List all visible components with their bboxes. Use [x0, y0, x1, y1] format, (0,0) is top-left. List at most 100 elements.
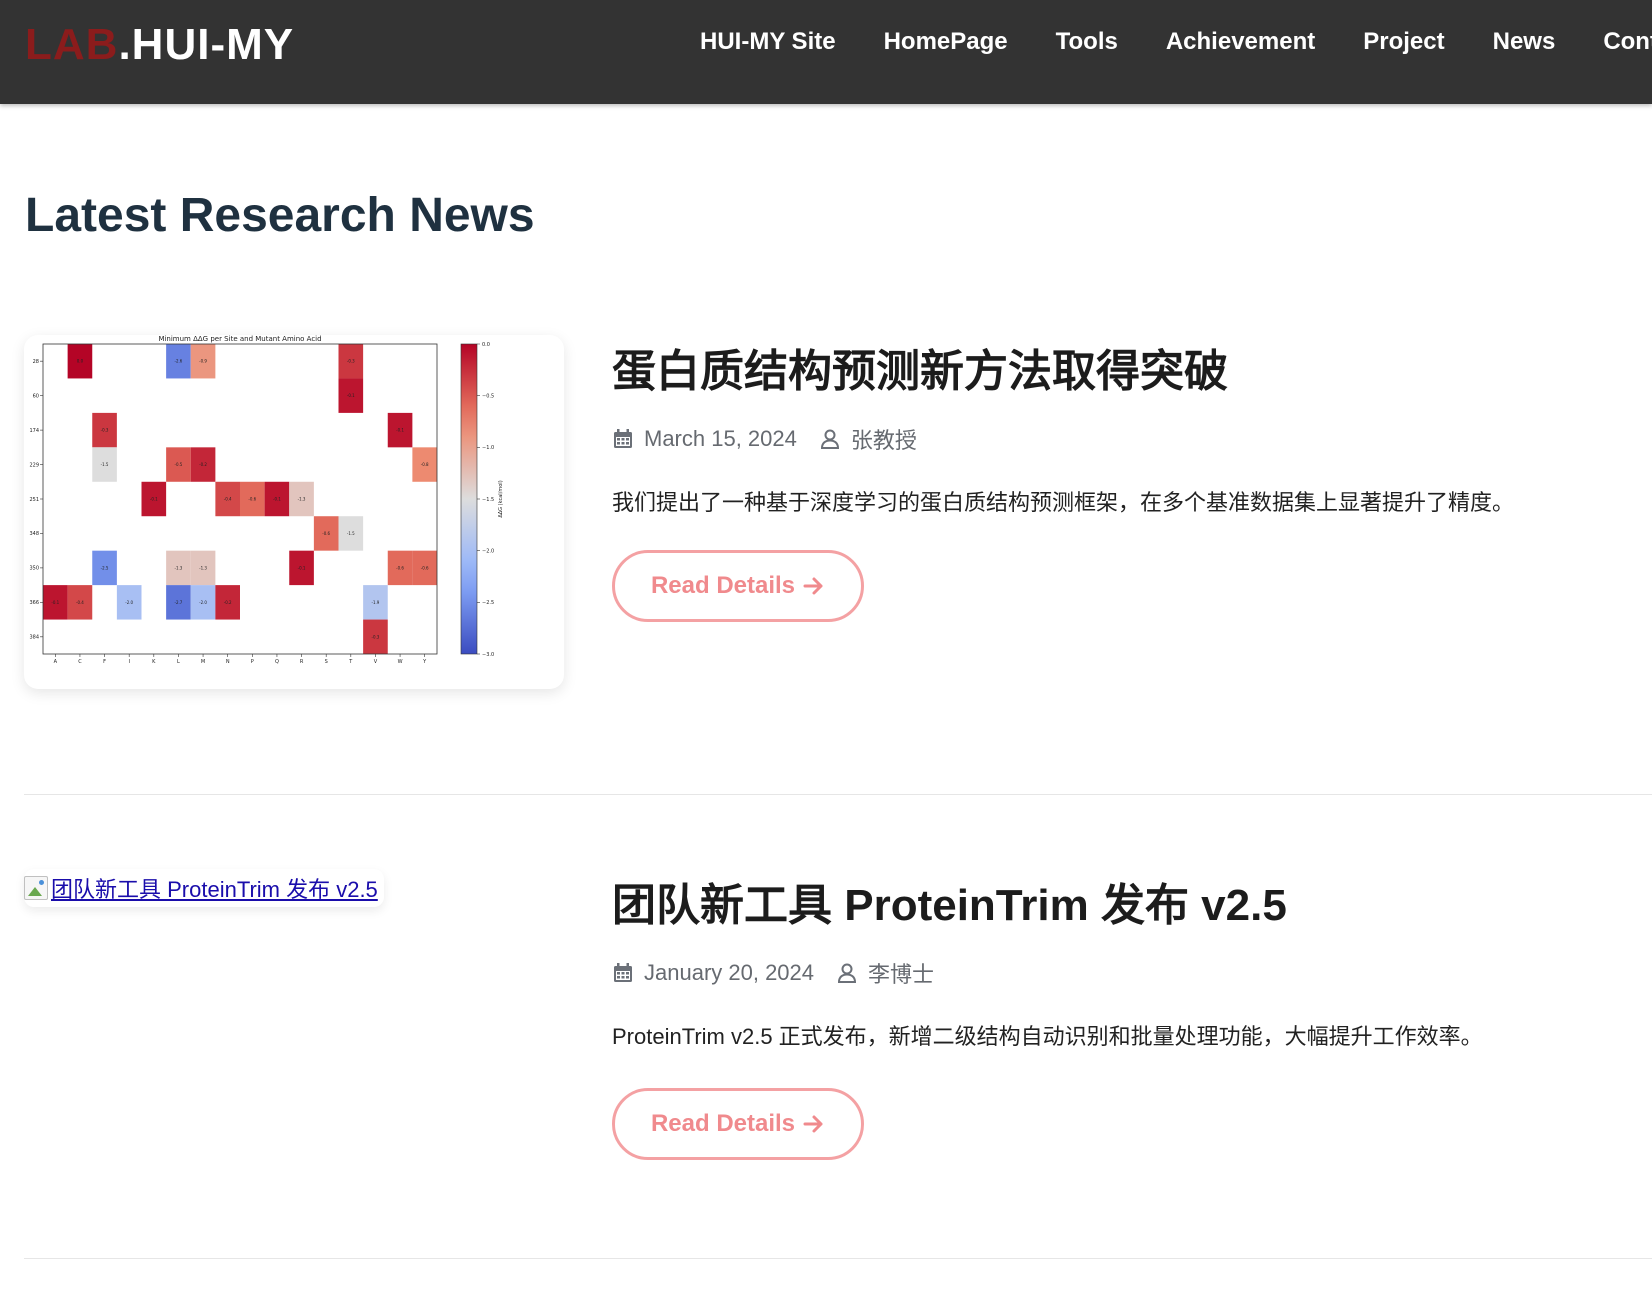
article-thumbnail[interactable]: Minimum ΔΔG per Site and Mutant Amino Ac…: [24, 335, 564, 689]
colorbar-tick-label: −2.5: [482, 600, 494, 606]
article-author: 张教授: [819, 423, 917, 455]
x-tick-label: L: [177, 659, 180, 665]
article-meta: March 15, 2024 张教授: [612, 423, 1652, 455]
x-tick-label: W: [398, 659, 403, 665]
cell-label: -1.3: [298, 497, 306, 502]
cell-label: -0.2: [199, 462, 207, 467]
colorbar-tick-label: −1.0: [482, 445, 494, 451]
x-tick-label: R: [300, 659, 304, 665]
cell-label: -0.3: [101, 428, 109, 433]
x-tick-label: I: [128, 659, 129, 665]
y-tick-label: 229: [29, 462, 39, 468]
read-details-button[interactable]: Read Details: [612, 550, 864, 622]
cell-label: -1.3: [199, 565, 207, 570]
article-content: 蛋白质结构预测新方法取得突破 March 15, 2024 张教授 我们提出了一…: [612, 335, 1652, 622]
colorbar-tick-label: 0.0: [482, 342, 490, 348]
cell-label: -0.2: [224, 600, 232, 605]
x-tick-label: A: [54, 659, 58, 665]
article-date-text: March 15, 2024: [644, 426, 797, 451]
cell-label: -0.8: [421, 462, 429, 467]
article-meta: January 20, 2024 李博士: [612, 957, 1652, 989]
cell-label: -0.1: [396, 428, 404, 433]
cell-label: -1.3: [175, 565, 183, 570]
read-details-label: Read Details: [650, 572, 796, 599]
user-icon: [820, 429, 839, 449]
y-tick-label: 350: [29, 566, 39, 572]
cell-label: -1.5: [101, 462, 109, 467]
colorbar-tick-label: −3.0: [482, 652, 494, 658]
read-details-label: Read Details: [650, 1110, 796, 1137]
user-icon: [838, 963, 857, 983]
nav-link-homepage[interactable]: HomePage: [884, 28, 1008, 56]
nav-links: HUI-MY Site HomePage Tools Achievement P…: [700, 28, 1652, 56]
page-title: Latest Research News: [25, 189, 535, 242]
cell-label: -0.9: [199, 359, 207, 364]
read-details-button[interactable]: Read Details: [612, 1088, 864, 1160]
cell-label: -0.6: [421, 565, 429, 570]
article-content: 团队新工具 ProteinTrim 发布 v2.5 January 20, 20…: [612, 869, 1652, 1160]
site-logo[interactable]: LAB.HUI-MY: [25, 20, 294, 70]
nav-link-news[interactable]: News: [1493, 28, 1556, 56]
article-thumbnail[interactable]: 团队新工具 ProteinTrim 发布 v2.5: [24, 869, 384, 907]
arrow-right-icon: [803, 1115, 823, 1133]
cell-label: -0.1: [150, 497, 158, 502]
nav-link-tools[interactable]: Tools: [1056, 28, 1118, 56]
y-tick-label: 174: [29, 428, 39, 434]
cell-label: -0.3: [347, 359, 355, 364]
colorbar: [460, 343, 478, 655]
image-alt-text[interactable]: 团队新工具 ProteinTrim 发布 v2.5: [51, 872, 378, 904]
cell-label: -2.6: [175, 359, 183, 364]
x-tick-label: C: [78, 659, 82, 665]
nav-link-contact[interactable]: Contac: [1603, 28, 1652, 56]
logo-main: .HUI-MY: [118, 20, 295, 69]
cell-label: -0.1: [273, 497, 281, 502]
y-tick-label: 384: [29, 635, 39, 641]
cell-label: -0.6: [248, 497, 256, 502]
y-tick-label: 366: [29, 600, 39, 606]
cell-label: -0.4: [224, 497, 232, 502]
cell-label: -1.5: [347, 531, 355, 536]
x-tick-label: F: [103, 659, 106, 665]
nav-link-hui-my-site[interactable]: HUI-MY Site: [700, 28, 836, 56]
broken-image-icon: [24, 876, 48, 900]
cell-label: -2.5: [101, 565, 109, 570]
x-tick-label: V: [374, 659, 378, 665]
colorbar-label: ΔΔG (kcal/mol): [498, 480, 504, 517]
article-date-text: January 20, 2024: [644, 960, 815, 985]
article-excerpt: ProteinTrim v2.5 正式发布，新增二级结构自动识别和批量处理功能，…: [612, 1024, 1483, 1049]
article-date: January 20, 2024: [612, 960, 814, 986]
cell-label: -0.6: [322, 531, 330, 536]
y-tick-label: 251: [29, 497, 39, 503]
cell-label: -1.9: [372, 600, 380, 605]
navbar: LAB.HUI-MY HUI-MY Site HomePage Tools Ac…: [0, 0, 1652, 104]
article-excerpt: 我们提出了一种基于深度学习的蛋白质结构预测框架，在多个基准数据集上显著提升了精度…: [612, 490, 1515, 515]
cell-label: -0.3: [372, 634, 380, 639]
cell-label: -0.1: [298, 565, 306, 570]
cell-label: 0.0: [77, 359, 84, 364]
article-date: March 15, 2024: [612, 426, 797, 452]
article-title[interactable]: 蛋白质结构预测新方法取得突破: [612, 335, 1652, 399]
colorbar-tick-label: −2.0: [482, 548, 494, 554]
article-author-text: 张教授: [850, 428, 917, 453]
cell-label: -0.6: [396, 565, 404, 570]
x-tick-label: N: [226, 659, 230, 665]
nav-link-achievement[interactable]: Achievement: [1166, 28, 1315, 56]
logo-accent: LAB: [25, 20, 119, 69]
article-title[interactable]: 团队新工具 ProteinTrim 发布 v2.5: [612, 869, 1652, 933]
colorbar-tick-label: −1.5: [482, 497, 494, 503]
y-tick-label: 348: [29, 531, 39, 537]
article-divider: [24, 794, 1652, 795]
colorbar-tick-label: −0.5: [482, 393, 494, 399]
y-tick-label: 28: [33, 359, 39, 365]
article-divider: [24, 1258, 1652, 1259]
cell-label: -2.7: [175, 600, 183, 605]
x-tick-label: S: [325, 659, 328, 665]
article-author-text: 李博士: [868, 962, 935, 987]
nav-link-project[interactable]: Project: [1363, 28, 1444, 56]
cell-label: -0.5: [175, 462, 183, 467]
cell-label: -0.4: [76, 600, 84, 605]
x-tick-label: Y: [422, 659, 427, 665]
calendar-icon: [614, 963, 632, 982]
x-tick-label: Q: [275, 659, 279, 665]
cell-label: -0.1: [347, 393, 355, 398]
